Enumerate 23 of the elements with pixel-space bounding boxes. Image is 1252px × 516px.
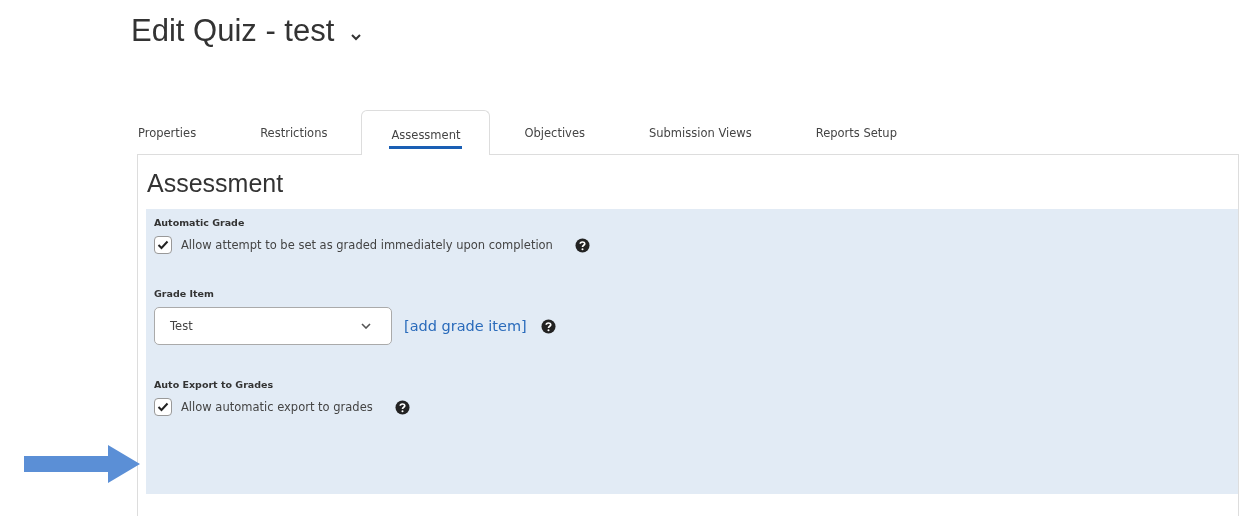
checkbox[interactable] (154, 236, 172, 254)
section-heading: Assessment (146, 168, 285, 199)
field-label: Grade Item (154, 288, 215, 299)
checkbox-label: Allow attempt to be set as graded immediately upon completion (181, 238, 553, 252)
tab[interactable]: Reports Setup (785, 110, 927, 154)
chevron-down-icon[interactable] (350, 33, 363, 41)
checkbox[interactable] (154, 398, 172, 416)
dropdown[interactable]: Test (154, 307, 392, 345)
tab[interactable]: Objectives (494, 110, 615, 154)
help-icon[interactable] (574, 237, 590, 253)
caret-icon (361, 323, 371, 329)
help-icon[interactable] (394, 399, 410, 415)
help-icon[interactable] (540, 318, 556, 334)
checkbox-label: Allow automatic export to grades (181, 400, 373, 414)
arrow-icon (24, 445, 142, 483)
tab[interactable]: Submission Views (618, 110, 782, 154)
add-grade-item-link[interactable]: [add grade item] (404, 318, 527, 334)
tab[interactable]: Restrictions (230, 110, 358, 154)
tab[interactable]: Properties (137, 110, 227, 154)
field-label: Automatic Grade (154, 217, 246, 228)
field-label: Auto Export to Grades (154, 379, 275, 390)
page-title: Edit Quiz - test (131, 13, 335, 49)
tab[interactable]: Assessment (361, 110, 491, 155)
